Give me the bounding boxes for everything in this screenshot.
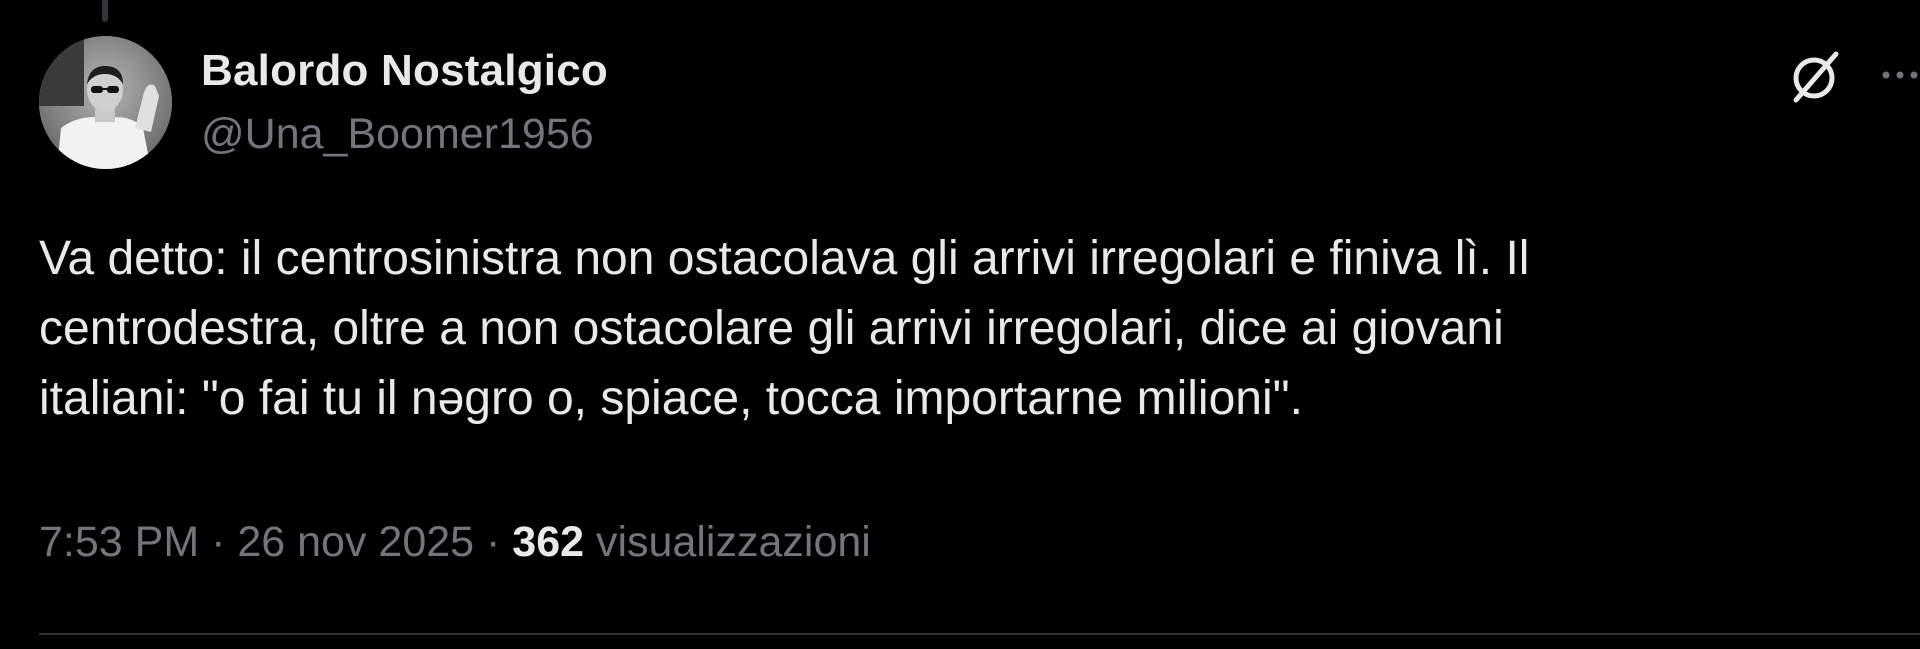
- author-display-name[interactable]: Balordo Nostalgico: [201, 46, 608, 96]
- meta-separator: ·: [199, 518, 238, 566]
- views-label[interactable]: visualizzazioni: [584, 518, 871, 566]
- avatar-photo-icon: [39, 36, 172, 169]
- tweet-time[interactable]: 7:53 PM: [39, 518, 199, 566]
- author-avatar[interactable]: [39, 36, 172, 169]
- meta-separator: ·: [474, 518, 513, 566]
- tweet-body-text: Va detto: il centrosinistra non ostacola…: [39, 232, 1530, 425]
- tweet: Balordo Nostalgico @Una_Boomer1956 Va de…: [0, 0, 1920, 649]
- divider: [39, 633, 1920, 635]
- tweet-metadata: 7:53 PM · 26 nov 2025 · 362 visualizzazi…: [39, 518, 871, 567]
- author-handle[interactable]: @Una_Boomer1956: [201, 110, 594, 159]
- more-options-icon[interactable]: [1880, 60, 1920, 90]
- views-count[interactable]: 362: [512, 518, 584, 566]
- grok-icon[interactable]: [1786, 46, 1846, 106]
- tweet-date[interactable]: 26 nov 2025: [237, 518, 474, 566]
